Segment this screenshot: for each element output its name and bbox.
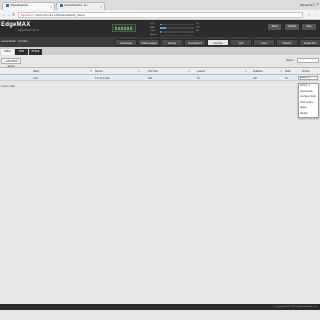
stat-bar-fill [160,30,161,33]
port-led [130,27,132,30]
table-header: Name ⇅ Subnet ⇅ Pool Size ⇅ Leased ⇅ Availab… [0,67,320,75]
nav-tab-routing[interactable]: Routing [161,39,183,46]
stat-label: Traffic [150,30,156,33]
column-header-pool-size[interactable]: Pool Size [148,70,158,73]
cell-name: LAN [33,76,38,80]
nav-tab-traffic-analysis[interactable]: Traffic Analysis [138,39,160,46]
port-status-panel [112,24,136,32]
cell-subnet: 172.16.1.0/24 [95,76,110,80]
cell-leased: 10 [197,76,200,80]
address-bar: ← → ↻ Not secure https://172.16.1.1/#Serv… [0,10,320,20]
close-icon[interactable]: × [50,5,52,9]
mode-indicator: Global Mode · Invisible [1,40,28,43]
nav-tab-qos[interactable]: QoS [230,39,252,46]
sort-icon[interactable]: ⇅ [245,70,247,73]
bookmark-star-icon[interactable]: ☆ [307,12,311,17]
stat-bar [160,27,194,29]
window-controls[interactable]: – ▢ ✕ [310,2,319,6]
stat-bar-fill [160,27,166,29]
search-input[interactable] [297,58,319,63]
app-header: EdgeMAX EdgeRouter Pro 8 CPU 1% RAM 17% Traf… [0,20,320,37]
port-led [118,27,120,30]
nav-tab-config-tree[interactable]: Config Tree [299,39,320,46]
reload-icon[interactable]: ↻ [12,12,15,17]
stat-row: Traffic 0% [150,30,214,33]
nav-tab-services[interactable]: Services [207,39,229,46]
dropdown-item-configure-static[interactable]: Configure Static [300,96,316,98]
copyright-text: © Copyright 2012-2017 Ubiquiti Networks,… [272,305,318,308]
table-row[interactable]: LAN 172.16.1.0/24 150 10 140 16 [0,75,320,81]
stat-value: 0% [196,30,200,33]
tab-label: UbiquitiNetworks - Di... [64,4,89,8]
stat-bar [160,23,194,26]
wizards-button[interactable]: Wizards [285,24,299,30]
help-button[interactable]: Help [302,24,316,30]
port-led [127,27,129,30]
column-header-actions: Actions [302,70,310,73]
dropdown-item-view-leases[interactable]: View Leases [300,102,313,104]
nav-tab-users[interactable]: Users [253,39,275,46]
favicon-icon [6,4,9,7]
column-header-subnet[interactable]: Subnet [95,70,103,73]
footer: © Copyright 2012-2017 Ubiquiti Networks,… [0,304,320,310]
search-label: Search: [286,59,295,62]
port-led [115,27,117,30]
stat-value: 17% [196,26,201,29]
nav-tab-dashboard[interactable]: Dashboard [115,39,137,46]
back-icon[interactable]: ← [2,12,6,17]
stat-value: 1% [196,23,200,25]
close-icon[interactable]: × [100,5,102,9]
sort-icon[interactable]: ⇅ [90,70,92,73]
column-header-available[interactable]: Available [253,70,263,73]
add-dhcp-server-button[interactable]: + Add DHCP Server [1,58,21,68]
alerts-button[interactable]: Alerts [268,24,281,30]
product-name: EdgeRouter Pro 8 [18,29,39,32]
url-text: https://172.16.1.1/#Services/DHCP_Server [35,14,85,17]
url-field[interactable]: Not secure https://172.16.1.1/#Services/D… [18,12,303,18]
nav-tab-wizards[interactable]: Wizards [276,39,298,46]
row-actions-button[interactable]: Actions ▼ [298,76,318,80]
browser-tab-edgemax[interactable]: UbiquitiEdgeMax × [2,2,55,10]
stat-bar [160,30,194,33]
stat-row: CPU 1% [150,23,214,26]
row-count: 1 row in total [1,85,15,88]
port-led [121,27,123,30]
column-header-static[interactable]: Static [285,70,291,73]
browser-tab-bar: UbiquitiEdgeMax × UbiquitiNetworks - Di.… [0,0,320,10]
forward-icon[interactable]: → [7,12,11,17]
dropdown-item-view-details[interactable]: View Details [300,91,313,93]
dropdown-item-delete[interactable]: Delete [300,107,307,109]
browser-tab-ubiquiti[interactable]: UbiquitiNetworks - Di... × [56,2,105,10]
actions-dropdown-menu: Actions ▼ View Details Configure Static … [298,83,319,118]
stat-row: RAM 17% [150,27,214,30]
cell-static: 16 [285,76,288,80]
services-subtabs: DHCP Server DNS PPPoE [0,47,320,59]
stat-label: CPU [150,23,155,25]
cell-pool-size: 150 [148,76,152,80]
nav-tab-security-nat[interactable]: Security/NAT [184,39,206,46]
sort-icon[interactable]: ⇅ [280,70,282,73]
system-stats: CPU 1% RAM 17% Traffic 0% Uptime [150,23,214,37]
tab-label: UbiquitiEdgeMax [10,4,29,8]
sort-icon[interactable]: ⇅ [138,70,140,73]
sort-icon[interactable]: ⇅ [188,70,190,73]
dropdown-item-disable[interactable]: Disable [300,113,308,115]
dropdown-item-actions[interactable]: Actions ▼ [300,85,310,87]
column-header-name[interactable]: Name [33,70,39,73]
toolbar: + Add DHCP Server Search: [0,55,320,68]
stat-bar [160,34,194,37]
favicon-icon [60,4,63,7]
stat-bar-fill [160,23,162,26]
browser-menu-icon[interactable]: ⋮ [313,12,317,17]
port-led [124,27,126,30]
edgemax-logo: EdgeMAX [1,22,31,28]
not-secure-warning[interactable]: Not secure [21,14,34,17]
cell-available: 140 [253,76,257,80]
column-header-leased[interactable]: Leased [197,70,205,73]
